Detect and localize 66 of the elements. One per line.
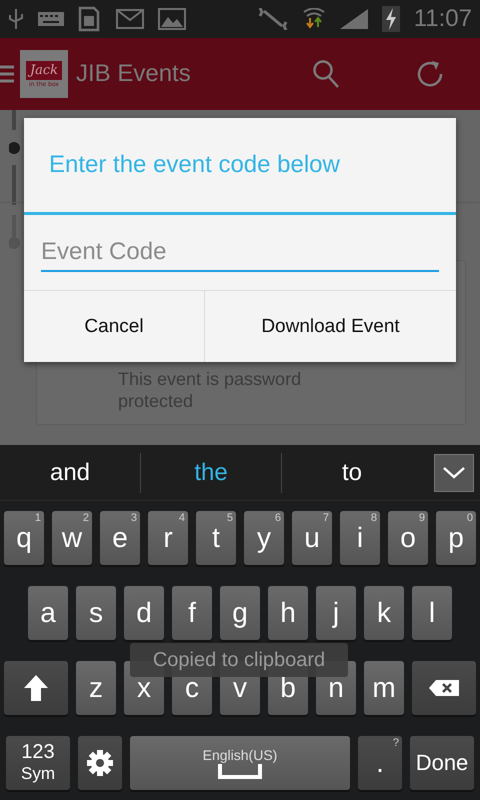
key[interactable]: t 5 xyxy=(196,511,236,565)
key[interactable]: p 0 xyxy=(436,511,476,565)
menu-icon[interactable] xyxy=(0,64,14,84)
sim-card-icon xyxy=(78,6,102,32)
key[interactable]: o 9 xyxy=(388,511,428,565)
refresh-icon[interactable] xyxy=(416,60,444,88)
dialog-button[interactable]: Download Event xyxy=(205,291,456,362)
key[interactable]: y 6 xyxy=(244,511,284,565)
app-title: JIB Events xyxy=(76,60,192,88)
key[interactable]: g xyxy=(220,586,260,640)
settings-icon xyxy=(86,749,114,777)
key-hint: 2 xyxy=(82,512,89,524)
key[interactable]: r 4 xyxy=(148,511,188,565)
key-hint: ? xyxy=(392,737,399,749)
clock-time: 11:07 xyxy=(414,5,472,33)
arrow-up-icon xyxy=(23,674,49,702)
key-hint: 6 xyxy=(274,512,281,524)
key[interactable]: q 1 xyxy=(4,511,44,565)
dialog-button[interactable]: Cancel xyxy=(24,291,205,362)
event-code-field[interactable]: Event Code xyxy=(41,234,439,272)
wifi-icon xyxy=(302,8,326,30)
dialog-title: Enter the event code below xyxy=(24,118,456,215)
period-key[interactable]: . ? xyxy=(358,736,402,790)
key[interactable]: a xyxy=(28,586,68,640)
key[interactable]: f xyxy=(172,586,212,640)
key-hint: 4 xyxy=(178,512,185,524)
space-key[interactable]: English(US) xyxy=(130,736,350,790)
key-hint: 0 xyxy=(466,512,473,524)
symbols-key[interactable]: 123 Sym xyxy=(6,736,70,790)
key-hint: 7 xyxy=(322,512,329,524)
key[interactable]: u 7 xyxy=(292,511,332,565)
suggestion[interactable]: the xyxy=(141,445,281,500)
key-hint: 5 xyxy=(226,512,233,524)
key[interactable]: k xyxy=(364,586,404,640)
search-icon[interactable] xyxy=(312,59,340,89)
image-icon xyxy=(158,8,186,30)
key[interactable]: w 2 xyxy=(52,511,92,565)
suggestion[interactable]: to xyxy=(282,445,422,500)
battery-charging-icon xyxy=(382,6,400,32)
key-hint: 8 xyxy=(370,512,377,524)
key[interactable]: m xyxy=(364,661,404,715)
key[interactable]: s xyxy=(76,586,116,640)
backspace-key[interactable] xyxy=(412,661,476,715)
done-key[interactable]: Done xyxy=(410,736,474,790)
backspace-icon xyxy=(428,679,460,697)
key-hint: 9 xyxy=(418,512,425,524)
key[interactable]: j xyxy=(316,586,356,640)
key[interactable]: d xyxy=(124,586,164,640)
shift-key[interactable] xyxy=(4,661,68,715)
settings-key[interactable] xyxy=(78,736,122,790)
key[interactable]: e 3 xyxy=(100,511,140,565)
space-bar-icon xyxy=(218,763,262,779)
key[interactable]: z xyxy=(76,661,116,715)
key[interactable]: l xyxy=(412,586,452,640)
usb-icon xyxy=(8,9,24,29)
mail-icon xyxy=(116,9,144,29)
key-hint: 3 xyxy=(130,512,137,524)
keyboard-icon xyxy=(38,12,64,26)
key-hint: 1 xyxy=(34,512,41,524)
key[interactable]: h xyxy=(268,586,308,640)
chevron-down-icon xyxy=(443,466,465,478)
suggestion[interactable]: and xyxy=(0,445,140,500)
collapse-button[interactable] xyxy=(434,454,474,492)
toast-message: Copied to clipboard xyxy=(130,643,348,677)
key[interactable]: i 8 xyxy=(340,511,380,565)
signal-icon xyxy=(340,9,368,29)
